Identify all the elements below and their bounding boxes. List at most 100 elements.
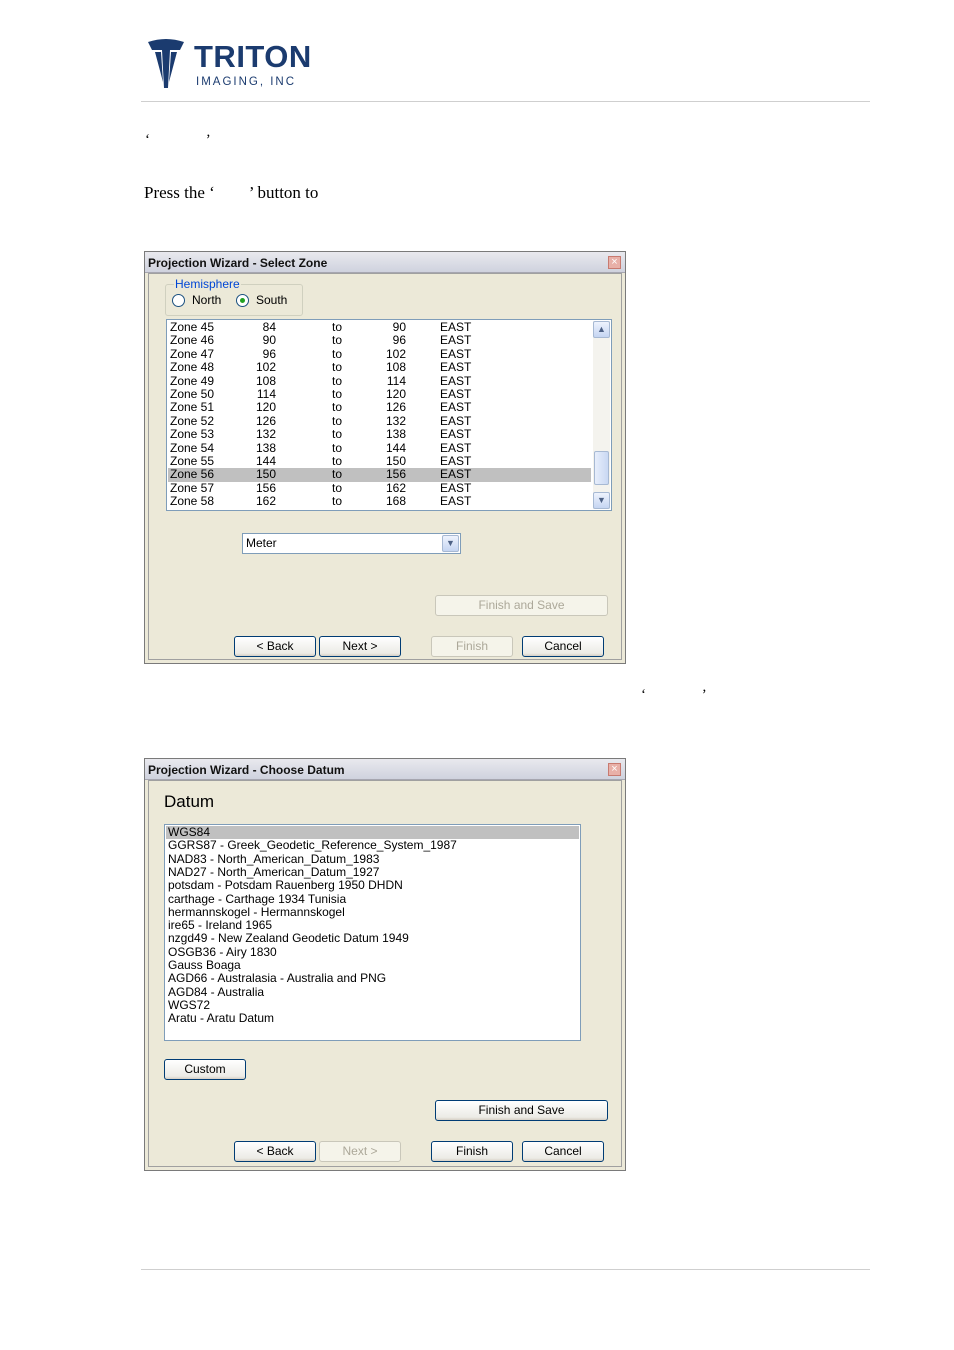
zone-row[interactable]: Zone 54 138 to 144 EAST [168,440,591,455]
dialog-title: Projection Wizard - Choose Datum [148,763,345,777]
zone-to-word: to [332,400,343,415]
back-button[interactable]: < Back [234,636,316,657]
zone-name: Zone 51 [170,400,215,415]
zone-direction: EAST [440,413,472,428]
unit-select[interactable]: Meter ▼ [242,533,461,554]
finish-and-save-button[interactable]: Finish and Save [435,595,608,616]
quote-line: ‘ ’ [145,132,211,148]
zone-from: 150 [255,467,276,482]
cancel-button[interactable]: Cancel [522,1141,604,1162]
finish-button[interactable]: Finish [431,1141,513,1162]
zone-name: Zone 54 [170,440,215,455]
zone-to: 102 [385,346,406,361]
zone-name: Zone 53 [170,427,215,442]
cancel-button[interactable]: Cancel [522,636,604,657]
zone-to-word: to [332,454,343,468]
zone-row[interactable]: Zone 52 126 to 132 EAST [168,413,591,428]
zone-to-word: to [332,320,343,334]
instruction-paragraph: Press the ‘ ’ button to [144,183,318,203]
scroll-down-icon[interactable]: ▼ [593,492,610,509]
zone-from: 132 [255,427,276,442]
zone-to: 144 [385,440,406,455]
dialog-title-bar: Projection Wizard - Choose Datum × [145,759,625,780]
zone-direction: EAST [440,360,472,375]
zone-to: 120 [385,387,406,401]
zone-to: 162 [385,480,406,495]
scroll-up-icon[interactable]: ▲ [593,321,610,338]
zone-row[interactable]: Zone 49 108 to 114 EAST [168,374,591,388]
datum-row[interactable]: Aratu - Aratu Datum [166,1011,579,1025]
instruction-prefix: Press the ‘ [144,183,215,202]
quote-line-mid: ‘ ’ [641,687,707,703]
datum-row[interactable]: AGD66 - Australasia - Australia and PNG [166,972,579,985]
zone-to-word: to [332,346,343,361]
header-divider [141,101,870,102]
radio-selected-dot [240,298,245,303]
dialog-body: Hemisphere North South Zone 45 84 to 90 EAST… [148,273,622,660]
custom-button[interactable]: Custom [164,1059,246,1080]
zone-to: 138 [385,427,406,442]
zone-from: 96 [262,346,276,361]
hemisphere-label: Hemisphere [174,277,241,291]
zone-row[interactable]: Zone 45 84 to 90 EAST [168,321,591,334]
zone-list[interactable]: Zone 45 84 to 90 EAST Zone 46 90 to 96 EAST Zone 4… [166,319,612,511]
datum-row[interactable]: carthage - Carthage 1934 Tunisia [166,892,579,906]
triton-logo-icon [146,38,186,90]
datum-row[interactable]: GGRS87 - Greek_Geodetic_Reference_System… [166,839,579,852]
datum-list[interactable]: WGS84 GGRS87 - Greek_Geodetic_Reference_S… [164,824,581,1041]
scroll-thumb[interactable] [594,451,609,485]
zone-to: 96 [392,333,406,348]
zone-row[interactable]: Zone 57 156 to 162 EAST [168,480,591,495]
datum-row[interactable]: nzgd49 - New Zealand Geodetic Datum 1949 [166,932,579,945]
north-radio[interactable] [172,294,185,307]
zone-from: 90 [262,333,276,348]
zone-from: 144 [255,454,276,468]
zone-row[interactable]: Zone 48 102 to 108 EAST [168,361,591,374]
finish-button[interactable]: Finish [431,636,513,657]
zone-to: 126 [385,400,406,415]
zone-direction: EAST [440,454,472,468]
next-button[interactable]: Next > [319,1141,401,1162]
zone-row[interactable]: Zone 53 132 to 138 EAST [168,428,591,441]
zone-row[interactable]: Zone 47 96 to 102 EAST [168,346,591,361]
zone-from: 114 [256,387,276,401]
datum-row[interactable]: potsdam - Potsdam Rauenberg 1950 DHDN [166,878,579,892]
datum-row[interactable]: AGD84 - Australia [166,985,579,999]
zone-name: Zone 55 [170,454,215,468]
close-icon[interactable]: × [608,763,621,776]
south-radio[interactable] [236,294,249,307]
zone-to-word: to [332,494,343,509]
back-button[interactable]: < Back [234,1141,316,1162]
zone-name: Zone 46 [170,333,215,348]
zone-direction: EAST [440,440,472,455]
zone-name: Zone 48 [170,360,215,375]
close-icon[interactable]: × [608,256,621,269]
select-zone-dialog: Projection Wizard - Select Zone × Hemisp… [144,251,626,664]
chevron-down-icon[interactable]: ▼ [442,535,459,552]
datum-row[interactable]: NAD83 - North_American_Datum_1983 [166,852,579,866]
zone-direction: EAST [440,387,472,401]
dialog-title: Projection Wizard - Select Zone [148,256,328,270]
zone-direction: EAST [440,333,472,348]
zone-from: 102 [255,360,276,375]
zone-to-word: to [332,440,343,455]
zone-row[interactable]: Zone 55 144 to 150 EAST [168,455,591,468]
zone-row[interactable]: Zone 56 150 to 156 EAST [168,467,591,482]
zone-row[interactable]: Zone 50 114 to 120 EAST [168,388,591,401]
zone-to: 150 [385,454,406,468]
finish-and-save-button[interactable]: Finish and Save [435,1100,608,1121]
zone-list-scrollbar[interactable]: ▲ ▼ [593,321,610,509]
company-subtitle: IMAGING, INC [196,76,297,88]
zone-row[interactable]: Zone 51 120 to 126 EAST [168,401,591,414]
zone-name: Zone 58 [170,494,215,509]
next-button[interactable]: Next > [319,636,401,657]
hemisphere-group: Hemisphere North South [165,277,303,316]
dialog-title-bar: Projection Wizard - Select Zone × [145,252,625,273]
zone-row[interactable]: Zone 46 90 to 96 EAST [168,334,591,347]
zone-row[interactable]: Zone 58 162 to 168 EAST [168,495,591,508]
zone-from: 156 [255,480,276,495]
zone-to-word: to [332,360,343,375]
zone-name: Zone 57 [170,480,215,495]
dialog-body: Datum WGS84 GGRS87 - Greek_Geodetic_Refer… [148,780,622,1167]
zone-to-word: to [332,480,343,495]
